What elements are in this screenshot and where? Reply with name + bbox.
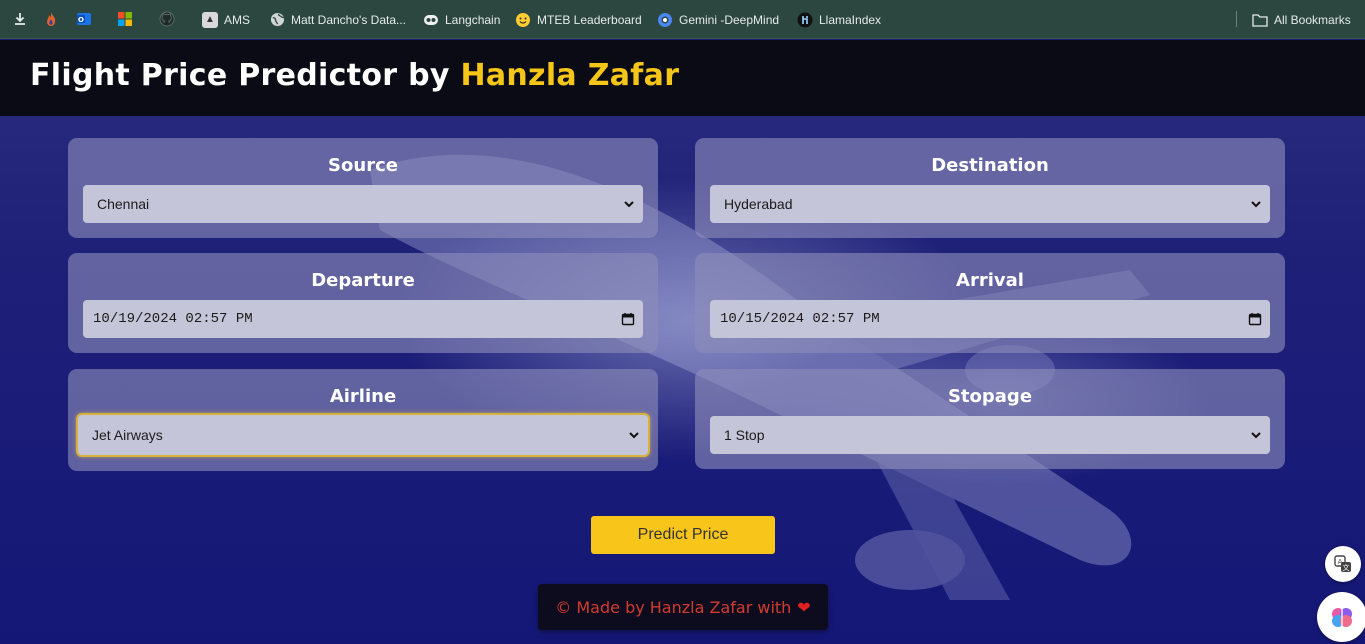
- github-icon[interactable]: [158, 10, 176, 28]
- globe-icon: [269, 12, 285, 28]
- calendar-icon[interactable]: [621, 312, 635, 326]
- source-select[interactable]: Chennai: [83, 185, 643, 223]
- bookmark-langchain[interactable]: Langchain: [423, 0, 500, 39]
- gemini-icon: [657, 12, 673, 28]
- svg-text:O: O: [78, 16, 84, 24]
- bookmark-llamaindex[interactable]: LlamaIndex: [797, 0, 881, 39]
- footer-text: © Made by Hanzla Zafar with: [555, 597, 792, 617]
- title-author-highlight: Hanzla Zafar: [460, 58, 680, 93]
- llama-icon: [797, 12, 813, 28]
- bookmark-gemini[interactable]: Gemini -DeepMind: [657, 0, 779, 39]
- langchain-icon: [423, 12, 439, 28]
- source-card: Source Chennai: [68, 138, 658, 238]
- svg-text:文: 文: [1343, 563, 1350, 572]
- bookmark-mteb[interactable]: MTEB Leaderboard: [515, 0, 642, 39]
- predict-price-button[interactable]: Predict Price: [591, 516, 775, 554]
- chevron-down-icon: [629, 432, 639, 439]
- translate-icon: A文: [1334, 555, 1351, 572]
- all-bookmarks-label: All Bookmarks: [1274, 12, 1351, 27]
- bookmark-ams[interactable]: ▲ AMS: [202, 0, 250, 39]
- chevron-down-icon: [1251, 432, 1261, 439]
- huggingface-icon: [515, 12, 531, 28]
- flame-icon[interactable]: [42, 10, 60, 28]
- source-value: Chennai: [97, 196, 150, 212]
- source-label: Source: [328, 155, 398, 176]
- bookmarks-divider: [1236, 11, 1237, 27]
- destination-value: Hyderabad: [724, 196, 793, 212]
- bookmark-matt-dancho[interactable]: Matt Dancho's Data...: [269, 0, 406, 39]
- departure-card: Departure 10/19/2024 02:57 PM: [68, 253, 658, 353]
- bookmark-label: Gemini -DeepMind: [679, 12, 780, 27]
- bookmark-label: MTEB Leaderboard: [537, 12, 642, 27]
- airline-value: Jet Airways: [92, 427, 163, 443]
- bookmark-label: LlamaIndex: [819, 12, 882, 27]
- outlook-icon[interactable]: O: [75, 10, 93, 28]
- ai-assistant-button[interactable]: [1317, 592, 1365, 642]
- departure-datetime-input[interactable]: 10/19/2024 02:57 PM: [83, 300, 643, 338]
- chevron-down-icon: [1251, 201, 1261, 208]
- airline-label: Airline: [329, 386, 397, 407]
- bookmark-label: Matt Dancho's Data...: [291, 12, 407, 27]
- download-icon[interactable]: [11, 10, 29, 28]
- ams-icon: ▲: [202, 11, 218, 28]
- stopage-label: Stopage: [947, 386, 1033, 407]
- translate-button[interactable]: A文: [1325, 546, 1361, 582]
- airline-select[interactable]: Jet Airways: [78, 415, 648, 455]
- chevron-down-icon: [624, 201, 634, 208]
- stopage-select[interactable]: 1 Stop: [710, 416, 1270, 454]
- stopage-card: Stopage 1 Stop: [695, 369, 1285, 469]
- airline-card: Airline Jet Airways: [68, 369, 658, 471]
- arrival-datetime-input[interactable]: 10/15/2024 02:57 PM: [710, 300, 1270, 338]
- arrival-value: 10/15/2024 02:57 PM: [720, 311, 880, 327]
- all-bookmarks[interactable]: All Bookmarks: [1252, 0, 1351, 39]
- brain-icon: [1332, 608, 1352, 627]
- calendar-icon[interactable]: [1248, 312, 1262, 326]
- arrival-label: Arrival: [956, 270, 1024, 291]
- heart-icon: ❤: [797, 597, 811, 617]
- destination-card: Destination Hyderabad: [695, 138, 1285, 238]
- bookmark-label: Langchain: [445, 12, 501, 27]
- bookmarks-bar: O ▲ AMS Matt Dancho's Data... Langchain …: [0, 0, 1365, 39]
- page-header: Flight Price Predictor by Hanzla Zafar: [0, 40, 1365, 116]
- microsoft-icon[interactable]: [116, 10, 134, 28]
- bookmark-label: AMS: [224, 12, 251, 27]
- destination-label: Destination: [931, 155, 1049, 176]
- folder-icon: [1252, 12, 1268, 28]
- stopage-value: 1 Stop: [724, 427, 765, 443]
- departure-value: 10/19/2024 02:57 PM: [93, 311, 253, 327]
- destination-select[interactable]: Hyderabad: [710, 185, 1270, 223]
- title-main-text: Flight Price Predictor by: [30, 58, 461, 93]
- arrival-card: Arrival 10/15/2024 02:57 PM: [695, 253, 1285, 353]
- footer-credit: © Made by Hanzla Zafar with ❤: [538, 584, 828, 630]
- page: Flight Price Predictor by Hanzla Zafar S…: [0, 40, 1365, 644]
- departure-label: Departure: [311, 270, 415, 291]
- page-title: Flight Price Predictor by Hanzla Zafar: [30, 58, 679, 93]
